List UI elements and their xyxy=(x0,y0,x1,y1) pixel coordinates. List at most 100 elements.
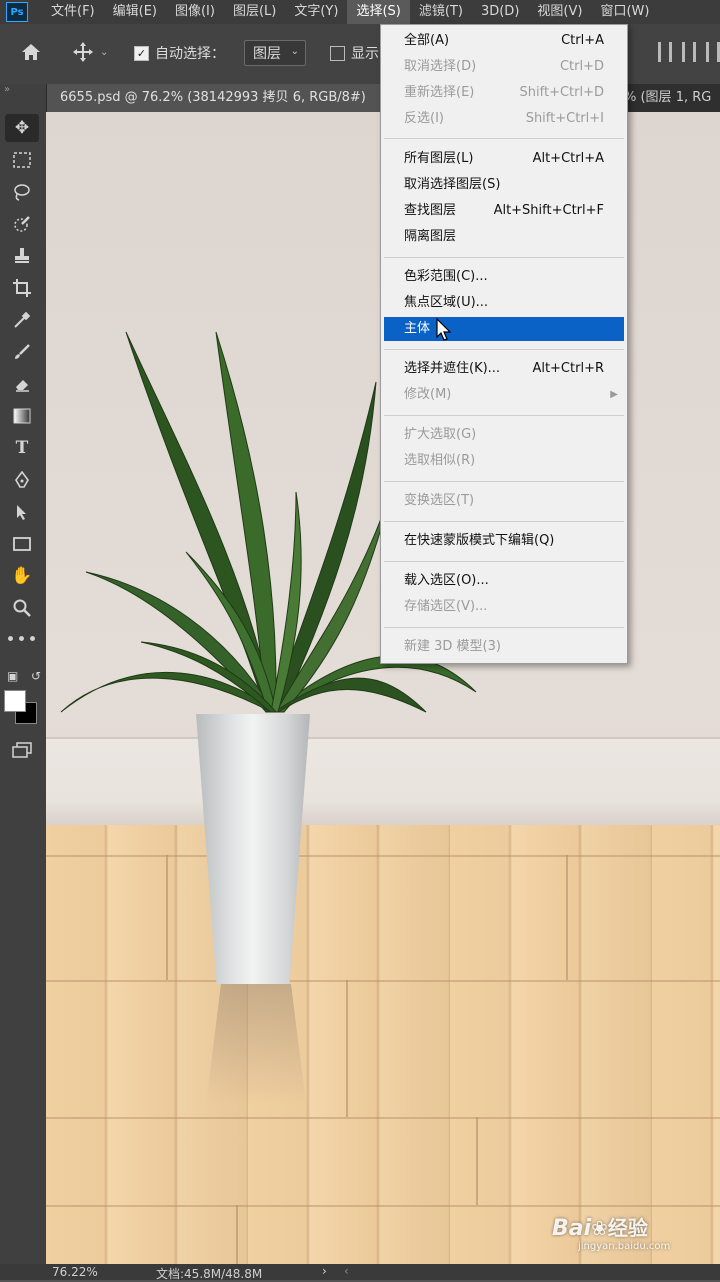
type-tool-icon[interactable]: T xyxy=(5,434,39,462)
menu-item-shortcut: Alt+Ctrl+R xyxy=(532,361,604,376)
menu-item-label: 隔离图层 xyxy=(404,229,457,244)
menu-item-deselect-layers[interactable]: 取消选择图层(S) xyxy=(384,173,624,197)
photoshop-logo-icon: Ps xyxy=(6,2,28,22)
chevron-down-icon[interactable]: ⌄ xyxy=(100,47,108,58)
pot-reflection xyxy=(206,984,306,1104)
menu-item-load-selection[interactable]: 载入选区(O)... xyxy=(384,569,624,593)
watermark-brand: Bai xyxy=(552,1216,592,1241)
move-tool-preset-icon[interactable]: ⌄ xyxy=(72,41,108,63)
menu-file[interactable]: 文件(F) xyxy=(42,0,104,24)
menu-item-label: 存储选区(V)... xyxy=(404,599,488,614)
menu-item-label: 载入选区(O)... xyxy=(404,573,489,588)
path-selection-tool-icon[interactable] xyxy=(5,498,39,526)
menu-separator xyxy=(384,349,624,350)
menu-view[interactable]: 视图(V) xyxy=(528,0,591,24)
watermark-brand-cn: 经验 xyxy=(607,1216,648,1240)
menu-item-isolate-layers[interactable]: 隔离图层 xyxy=(384,225,624,249)
menu-item-label: 变换选区(T) xyxy=(404,493,475,508)
menu-item-quick-mask[interactable]: 在快速蒙版模式下编辑(Q) xyxy=(384,529,624,553)
move-tool-icon[interactable]: ✥ xyxy=(5,114,39,142)
menu-item-find-layers[interactable]: 查找图层 Alt+Shift+Ctrl+F xyxy=(384,199,624,223)
menu-window[interactable]: 窗口(W) xyxy=(591,0,658,24)
show-transform-option[interactable]: 显示 xyxy=(330,43,379,63)
menu-item-label: 新建 3D 模型(3) xyxy=(404,639,501,654)
align-center-icon[interactable] xyxy=(682,42,696,62)
rectangle-tool-icon[interactable] xyxy=(5,530,39,558)
tab-other-document[interactable]: % (图层 1, RG xyxy=(620,84,720,112)
menu-item-shortcut: Ctrl+A xyxy=(561,33,604,48)
menu-image[interactable]: 图像(I) xyxy=(166,0,224,24)
menu-select[interactable]: 选择(S) xyxy=(347,0,410,24)
wood-floor xyxy=(46,825,720,1264)
auto-select-target-dropdown[interactable]: 图层 ⌄ xyxy=(244,40,306,66)
show-transform-label: 显示 xyxy=(351,46,379,62)
screen-mode-icon[interactable] xyxy=(5,736,39,764)
hand-tool-icon[interactable]: ✋ xyxy=(5,562,39,590)
menu-item-grow[interactable]: 扩大选取(G) xyxy=(384,423,624,447)
menu-item-color-range[interactable]: 色彩范围(C)... xyxy=(384,265,624,289)
menu-filter[interactable]: 滤镜(T) xyxy=(410,0,472,24)
menu-item-all-layers[interactable]: 所有图层(L) Alt+Ctrl+A xyxy=(384,147,624,171)
scroll-left-icon[interactable]: ‹ xyxy=(344,1264,349,1278)
home-icon[interactable] xyxy=(20,41,42,63)
menu-item-all[interactable]: 全部(A) Ctrl+A xyxy=(384,29,624,53)
menu-item-label: 取消选择图层(S) xyxy=(404,177,501,192)
wall-baseboard xyxy=(46,737,720,827)
align-right-icon[interactable] xyxy=(706,42,720,62)
swap-arrow-icon[interactable]: ↺ xyxy=(31,669,41,683)
menu-item-label: 所有图层(L) xyxy=(404,151,474,166)
menu-layer[interactable]: 图层(L) xyxy=(224,0,285,24)
menu-item-transform-selection[interactable]: 变换选区(T) xyxy=(384,489,624,513)
submenu-arrow-icon: ▶ xyxy=(610,389,618,400)
status-menu-arrow-icon[interactable]: › xyxy=(322,1264,327,1278)
pen-tool-icon[interactable] xyxy=(5,466,39,494)
lasso-tool-icon[interactable] xyxy=(5,178,39,206)
tools-panel: » ✥ T ✋ ••• ▣ ↺ xyxy=(0,84,47,1264)
zoom-level[interactable]: 76.22% xyxy=(52,1265,98,1279)
menu-item-label: 重新选择(E) xyxy=(404,85,475,100)
gradient-tool-icon[interactable] xyxy=(5,402,39,430)
brush-tool-icon[interactable] xyxy=(5,338,39,366)
show-transform-checkbox[interactable] xyxy=(330,45,345,61)
menu-item-label: 全部(A) xyxy=(404,33,450,48)
menu-3d[interactable]: 3D(D) xyxy=(472,0,528,24)
marquee-tool-icon[interactable] xyxy=(5,146,39,174)
menu-item-inverse[interactable]: 反选(I) Shift+Ctrl+I xyxy=(384,107,624,131)
menu-item-shortcut: Shift+Ctrl+I xyxy=(525,111,604,126)
menu-item-label: 选取相似(R) xyxy=(404,453,476,468)
menu-item-select-and-mask[interactable]: 选择并遮住(K)... Alt+Ctrl+R xyxy=(384,357,624,381)
menu-item-save-selection[interactable]: 存储选区(V)... xyxy=(384,595,624,619)
zoom-tool-icon[interactable] xyxy=(5,594,39,622)
select-menu-dropdown: 全部(A) Ctrl+A 取消选择(D) Ctrl+D 重新选择(E) Shif… xyxy=(380,24,628,664)
menu-item-modify[interactable]: 修改(M) ▶ xyxy=(384,383,624,407)
floor-plank-joint xyxy=(166,855,168,980)
menu-edit[interactable]: 编辑(E) xyxy=(104,0,166,24)
auto-select-option[interactable]: ✓ 自动选择： xyxy=(134,43,225,63)
menu-item-label: 主体 xyxy=(404,321,431,336)
more-tools-icon[interactable]: ••• xyxy=(5,626,39,654)
document-size-info: 文档:45.8M/48.8M xyxy=(156,1267,263,1281)
stamp-tool-icon[interactable] xyxy=(5,242,39,270)
swap-colors-icon[interactable]: ▣ ↺ xyxy=(5,662,43,690)
quick-selection-tool-icon[interactable] xyxy=(5,210,39,238)
align-left-icon[interactable] xyxy=(658,42,672,62)
tab-active-document[interactable]: 6655.psd @ 76.2% (38142993 拷贝 6, RGB/8#) xyxy=(46,84,382,112)
foreground-color-swatch[interactable] xyxy=(4,690,26,712)
menu-item-reselect[interactable]: 重新选择(E) Shift+Ctrl+D xyxy=(384,81,624,105)
panel-collapse-icon[interactable]: » xyxy=(0,84,46,106)
eraser-tool-icon[interactable] xyxy=(5,370,39,398)
menu-separator xyxy=(384,521,624,522)
menu-item-new-3d-model[interactable]: 新建 3D 模型(3) xyxy=(384,635,624,659)
crop-tool-icon[interactable] xyxy=(5,274,39,302)
menu-item-subject[interactable]: 主体 xyxy=(384,317,624,341)
floor-plank-joint xyxy=(566,855,568,980)
menu-item-focus-area[interactable]: 焦点区域(U)... xyxy=(384,291,624,315)
menu-item-shortcut: Ctrl+D xyxy=(559,59,604,74)
eyedropper-tool-icon[interactable] xyxy=(5,306,39,334)
default-colors-icon[interactable]: ▣ xyxy=(7,669,18,683)
auto-select-checkbox[interactable]: ✓ xyxy=(134,45,149,61)
menu-item-similar[interactable]: 选取相似(R) xyxy=(384,449,624,473)
menu-separator xyxy=(384,481,624,482)
menu-item-deselect[interactable]: 取消选择(D) Ctrl+D xyxy=(384,55,624,79)
menu-type[interactable]: 文字(Y) xyxy=(285,0,347,24)
